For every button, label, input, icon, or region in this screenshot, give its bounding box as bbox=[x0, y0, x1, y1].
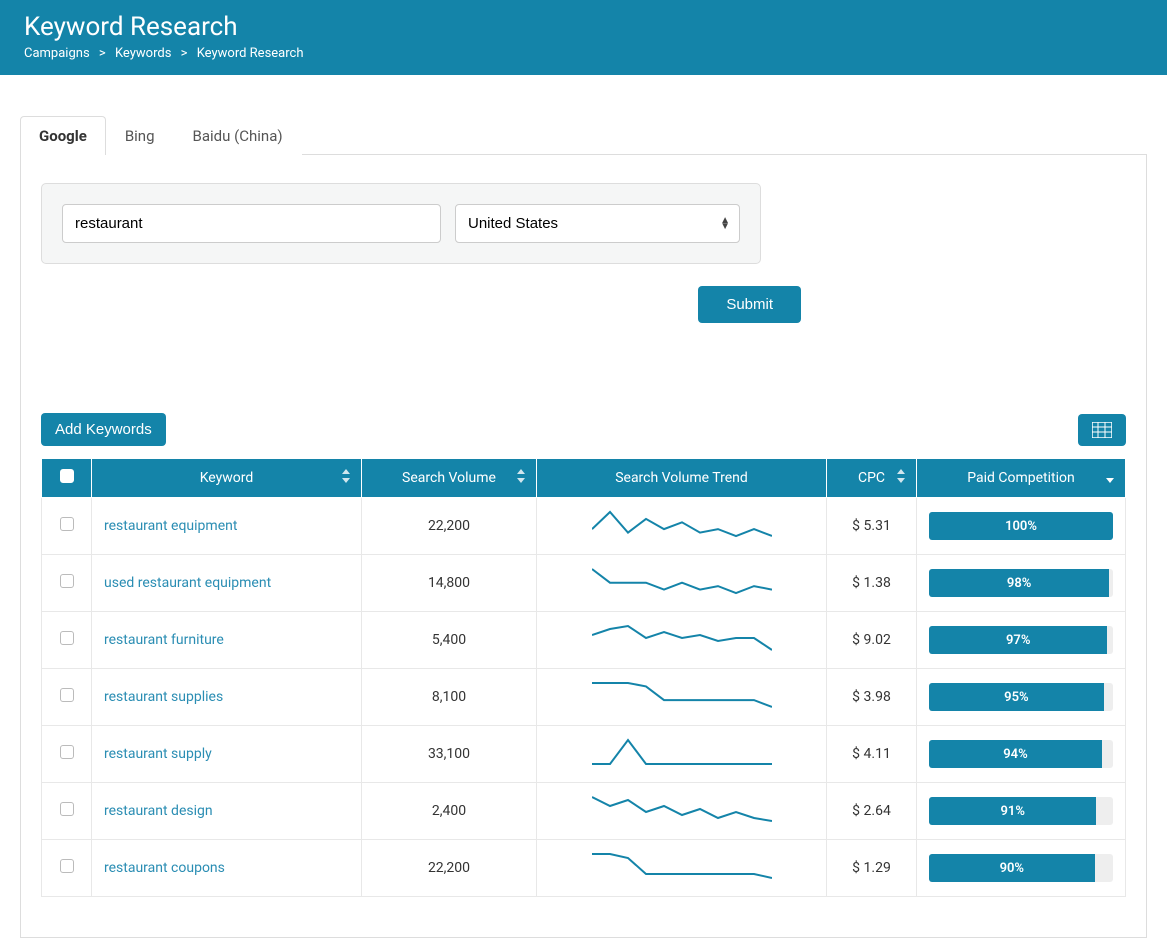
submit-button[interactable]: Submit bbox=[698, 286, 801, 323]
tab-google[interactable]: Google bbox=[20, 116, 106, 155]
table-row: restaurant supply 33,100 $ 4.11 94% bbox=[42, 726, 1126, 783]
row-checkbox[interactable] bbox=[60, 631, 74, 645]
competition-bar: 90% bbox=[929, 854, 1095, 882]
competition-cell: 94% bbox=[917, 726, 1126, 783]
breadcrumb-separator: > bbox=[181, 46, 188, 61]
trend-cell bbox=[537, 612, 827, 669]
volume-cell: 22,200 bbox=[362, 498, 537, 555]
spreadsheet-icon bbox=[1092, 422, 1112, 438]
competition-cell: 91% bbox=[917, 783, 1126, 840]
column-search-volume[interactable]: Search Volume bbox=[362, 459, 537, 498]
row-checkbox[interactable] bbox=[60, 859, 74, 873]
row-checkbox[interactable] bbox=[60, 688, 74, 702]
trend-cell bbox=[537, 555, 827, 612]
competition-bar: 97% bbox=[929, 626, 1107, 654]
results-table: Keyword Search Volume Search Volume Tren… bbox=[41, 458, 1126, 897]
sparkline-icon bbox=[592, 852, 772, 880]
volume-cell: 5,400 bbox=[362, 612, 537, 669]
keyword-link[interactable]: restaurant design bbox=[104, 803, 213, 819]
breadcrumb-separator: > bbox=[99, 46, 106, 61]
keyword-link[interactable]: restaurant equipment bbox=[104, 518, 237, 534]
column-keyword[interactable]: Keyword bbox=[92, 459, 362, 498]
sparkline-icon bbox=[592, 738, 772, 766]
volume-cell: 8,100 bbox=[362, 669, 537, 726]
competition-cell: 90% bbox=[917, 840, 1126, 897]
tab-bing[interactable]: Bing bbox=[106, 116, 174, 155]
cpc-cell: $ 1.38 bbox=[827, 555, 917, 612]
column-paid-competition[interactable]: Paid Competition bbox=[917, 459, 1126, 498]
table-row: used restaurant equipment 14,800 $ 1.38 98% bbox=[42, 555, 1126, 612]
cpc-cell: $ 2.64 bbox=[827, 783, 917, 840]
cpc-cell: $ 3.98 bbox=[827, 669, 917, 726]
table-row: restaurant coupons 22,200 $ 1.29 90% bbox=[42, 840, 1126, 897]
cpc-cell: $ 1.29 bbox=[827, 840, 917, 897]
sparkline-icon bbox=[592, 795, 772, 823]
sparkline-icon bbox=[592, 681, 772, 709]
breadcrumb-link[interactable]: Keywords bbox=[115, 46, 171, 61]
page-title: Keyword Research bbox=[24, 12, 1143, 42]
keyword-link[interactable]: used restaurant equipment bbox=[104, 575, 271, 591]
volume-cell: 14,800 bbox=[362, 555, 537, 612]
competition-cell: 98% bbox=[917, 555, 1126, 612]
cpc-cell: $ 5.31 bbox=[827, 498, 917, 555]
competition-cell: 97% bbox=[917, 612, 1126, 669]
competition-cell: 100% bbox=[917, 498, 1126, 555]
sort-icon bbox=[341, 469, 351, 487]
export-button[interactable] bbox=[1078, 414, 1126, 446]
trend-cell bbox=[537, 669, 827, 726]
competition-bar: 91% bbox=[929, 797, 1096, 825]
volume-cell: 2,400 bbox=[362, 783, 537, 840]
add-keywords-button[interactable]: Add Keywords bbox=[41, 413, 166, 446]
breadcrumb: Campaigns > Keywords > Keyword Research bbox=[24, 46, 1143, 61]
column-select-all bbox=[42, 459, 92, 498]
row-checkbox[interactable] bbox=[60, 574, 74, 588]
keyword-link[interactable]: restaurant furniture bbox=[104, 632, 224, 648]
competition-bar: 100% bbox=[929, 512, 1113, 540]
page-header: Keyword Research Campaigns > Keywords > … bbox=[0, 0, 1167, 75]
sparkline-icon bbox=[592, 510, 772, 538]
row-checkbox[interactable] bbox=[60, 517, 74, 531]
volume-cell: 22,200 bbox=[362, 840, 537, 897]
trend-cell bbox=[537, 783, 827, 840]
competition-bar: 95% bbox=[929, 683, 1104, 711]
column-cpc[interactable]: CPC bbox=[827, 459, 917, 498]
sparkline-icon bbox=[592, 567, 772, 595]
table-row: restaurant design 2,400 $ 2.64 91% bbox=[42, 783, 1126, 840]
table-toolbar: Add Keywords bbox=[41, 413, 1126, 446]
tab-bar: GoogleBingBaidu (China) bbox=[20, 115, 1147, 155]
competition-bar: 94% bbox=[929, 740, 1102, 768]
sparkline-icon bbox=[592, 624, 772, 652]
search-box: United States ▲▼ bbox=[41, 183, 761, 264]
keyword-link[interactable]: restaurant supplies bbox=[104, 689, 223, 705]
sort-icon bbox=[896, 469, 906, 487]
trend-cell bbox=[537, 840, 827, 897]
table-row: restaurant equipment 22,200 $ 5.31 100% bbox=[42, 498, 1126, 555]
competition-bar: 98% bbox=[929, 569, 1109, 597]
volume-cell: 33,100 bbox=[362, 726, 537, 783]
select-all-checkbox[interactable] bbox=[60, 469, 74, 483]
breadcrumb-current: Keyword Research bbox=[197, 46, 304, 61]
cpc-cell: $ 4.11 bbox=[827, 726, 917, 783]
sort-desc-icon bbox=[1105, 469, 1115, 487]
trend-cell bbox=[537, 726, 827, 783]
row-checkbox[interactable] bbox=[60, 745, 74, 759]
tab-baidu-china-[interactable]: Baidu (China) bbox=[174, 116, 302, 155]
sort-icon bbox=[516, 469, 526, 487]
column-trend: Search Volume Trend bbox=[537, 459, 827, 498]
keyword-input[interactable] bbox=[62, 204, 441, 243]
trend-cell bbox=[537, 498, 827, 555]
keyword-link[interactable]: restaurant coupons bbox=[104, 860, 225, 876]
cpc-cell: $ 9.02 bbox=[827, 612, 917, 669]
keyword-link[interactable]: restaurant supply bbox=[104, 746, 212, 762]
tab-panel: United States ▲▼ Submit Add Keywords bbox=[20, 155, 1147, 938]
table-row: restaurant supplies 8,100 $ 3.98 95% bbox=[42, 669, 1126, 726]
country-select[interactable]: United States bbox=[455, 204, 740, 243]
table-row: restaurant furniture 5,400 $ 9.02 97% bbox=[42, 612, 1126, 669]
breadcrumb-link[interactable]: Campaigns bbox=[24, 46, 90, 61]
competition-cell: 95% bbox=[917, 669, 1126, 726]
